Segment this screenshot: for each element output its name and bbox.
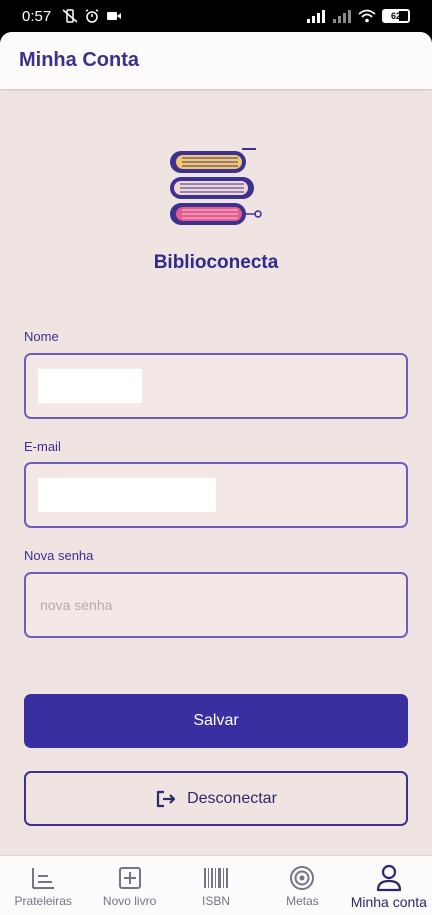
vibrate-off-icon	[62, 9, 78, 23]
nav-item-isbn[interactable]: ISBN	[173, 856, 259, 915]
status-time: 0:57	[22, 8, 52, 25]
save-button[interactable]: Salvar	[24, 694, 408, 748]
app-screen: Minha Conta Biblioconecta Nome E-mail No…	[0, 32, 432, 915]
nav-item-novo-livro[interactable]: Novo livro	[86, 856, 172, 915]
battery-icon: 62	[382, 9, 410, 23]
logout-button-label: Desconectar	[187, 789, 277, 807]
person-icon	[376, 864, 401, 892]
add-book-icon	[118, 867, 141, 889]
nav-item-metas[interactable]: Metas	[259, 856, 345, 915]
save-button-label: Salvar	[193, 712, 239, 729]
name-redacted	[38, 369, 142, 403]
nav-label-prateleiras: Prateleiras	[14, 894, 72, 908]
app-logo: Biblioconecta	[0, 147, 432, 282]
name-field[interactable]	[24, 353, 408, 419]
books-logo-icon	[170, 148, 262, 225]
nav-label-novo-livro: Novo livro	[102, 894, 157, 908]
app-bar: Minha Conta	[0, 32, 432, 89]
wifi-icon	[358, 9, 376, 23]
signal-icon	[307, 10, 325, 23]
nav-item-minha-conta[interactable]: Minha conta	[346, 856, 432, 915]
nav-item-prateleiras[interactable]: Prateleiras	[0, 856, 86, 915]
bottom-nav: Prateleiras Novo livro ISBN Metas Minha …	[0, 855, 432, 915]
nav-label-isbn: ISBN	[202, 894, 231, 908]
brand-name: Biblioconecta	[153, 252, 279, 273]
logout-button[interactable]: Desconectar	[24, 771, 408, 826]
page-title: Minha Conta	[19, 49, 139, 71]
nav-label-minha-conta: Minha conta	[350, 894, 427, 910]
logout-icon	[156, 790, 176, 807]
name-label: Nome	[24, 329, 59, 344]
alarm-icon	[85, 9, 99, 23]
email-field[interactable]	[24, 462, 408, 528]
email-label: E-mail	[24, 439, 61, 454]
barcode-icon	[204, 868, 229, 888]
status-bar: 0:57 62	[0, 0, 432, 32]
shelves-icon	[32, 868, 55, 889]
status-right-icons: 62	[306, 9, 410, 23]
target-icon	[290, 866, 315, 890]
nav-label-metas: Metas	[286, 894, 319, 908]
password-label: Nova senha	[24, 548, 94, 563]
status-left-icons	[62, 9, 122, 23]
video-icon	[107, 12, 121, 20]
email-redacted	[38, 478, 216, 512]
password-input[interactable]	[40, 590, 390, 620]
password-field[interactable]	[24, 572, 408, 638]
battery-level: 62	[390, 11, 401, 21]
signal-icon-2	[333, 10, 351, 23]
